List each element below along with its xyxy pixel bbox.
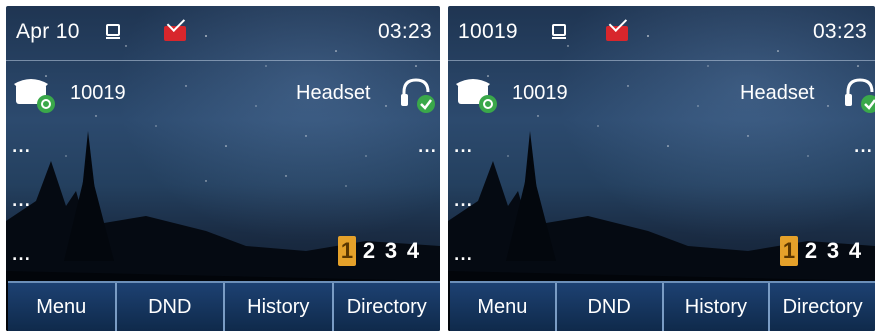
page-4[interactable]: 4 [404,236,422,266]
audio-mode-label: Headset [740,82,815,104]
page-2[interactable]: 2 [802,236,820,266]
directory-softkey[interactable]: Directory [333,283,440,331]
network-icon [106,24,120,39]
line-indicator-left-1[interactable]: ... [454,140,473,156]
status-bar: Apr 10 03:23 [6,6,440,61]
line-key-row[interactable]: 10019 Headset [448,70,875,114]
page-1[interactable]: 1 [780,236,798,266]
directory-softkey[interactable]: Directory [770,283,875,331]
page-2[interactable]: 2 [360,236,378,266]
status-time: 03:23 [812,20,867,43]
history-softkey[interactable]: History [225,283,334,331]
voicemail-icon [606,26,628,41]
audio-mode-label: Headset [296,82,371,104]
dnd-softkey[interactable]: DND [116,283,225,331]
line-number: 10019 [512,82,568,104]
page-1[interactable]: 1 [338,236,356,266]
page-4[interactable]: 4 [846,236,864,266]
line-indicator-right-1[interactable]: ... [854,140,873,156]
softkey-bar: Menu DND History Directory [8,281,440,331]
status-account: 10019 [458,20,518,43]
dnd-softkey[interactable]: DND [556,283,664,331]
line-indicator-right-1[interactable]: ... [418,140,437,156]
status-time: 03:23 [377,20,432,43]
line-indicator-left-2[interactable]: ... [12,194,31,210]
headset-icon [845,78,875,113]
line-indicator-left-1[interactable]: ... [12,140,31,156]
desk-phone-icon [456,79,497,113]
phone-screen-left: Apr 10 03:23 10019 Headset ... ... ... .… [6,6,440,331]
page-indicator: 1 2 3 4 [780,236,864,266]
softkey-bar: Menu DND History Directory [450,281,875,331]
page-3[interactable]: 3 [824,236,842,266]
status-date: Apr 10 [16,20,80,43]
status-bar: 10019 03:23 [448,6,875,61]
desk-phone-icon [14,79,55,113]
page-indicator: 1 2 3 4 [338,236,422,266]
line-indicator-left-2[interactable]: ... [454,194,473,210]
line-indicator-left-3[interactable]: ... [454,248,473,264]
line-number: 10019 [70,82,126,104]
headset-icon [401,78,435,113]
line-key-row[interactable]: 10019 Headset [6,70,440,114]
voicemail-icon [164,26,186,41]
line-indicator-left-3[interactable]: ... [12,248,31,264]
page-3[interactable]: 3 [382,236,400,266]
history-softkey[interactable]: History [663,283,771,331]
phone-screen-right: 10019 03:23 10019 Headset ... ... ... ..… [448,6,875,331]
network-icon [552,24,566,39]
menu-softkey[interactable]: Menu [8,283,117,331]
menu-softkey[interactable]: Menu [450,283,557,331]
